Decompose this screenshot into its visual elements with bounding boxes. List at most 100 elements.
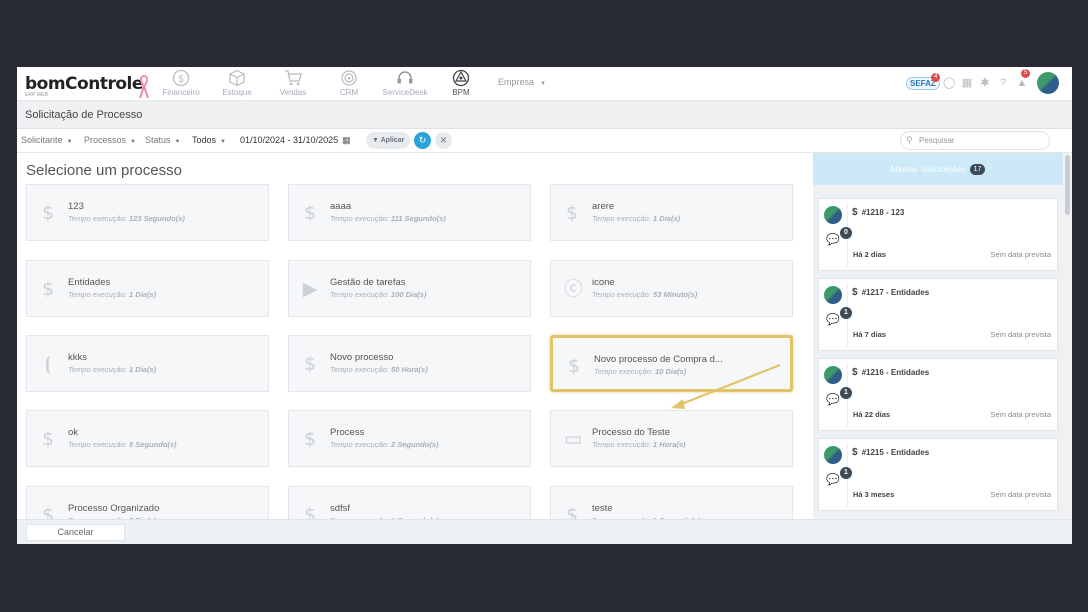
- process-card[interactable]: $ aaaa Tempo execução: 111 Segundo(s): [288, 184, 531, 241]
- time-label: Tempo execução:: [330, 290, 389, 299]
- time-value: 100 Dia(s): [391, 290, 427, 299]
- user-avatar[interactable]: [1037, 72, 1059, 94]
- request-item[interactable]: 💬 0 $ #1218 - 123 Há 2 dias Sem data prevista: [818, 198, 1058, 271]
- time-value: 5 Segundo(s): [129, 440, 177, 449]
- time-label: Tempo execução:: [330, 440, 389, 449]
- nav-servicedesk[interactable]: ServiceDesk: [375, 69, 435, 97]
- bell-icon[interactable]: ▲: [1016, 77, 1028, 89]
- process-name: icone: [592, 277, 615, 288]
- time-value: 50 Hora(s): [391, 365, 428, 374]
- time-value: 1 Dia(s): [129, 290, 157, 299]
- scrollbar[interactable]: [1063, 153, 1072, 519]
- process-name: Novo processo: [330, 352, 394, 363]
- request-item[interactable]: 💬 1 $ #1215 - Entidades Há 3 meses Sem data p…: [818, 438, 1058, 511]
- comment-icon[interactable]: 💬: [826, 393, 840, 406]
- dollar-icon: $: [565, 202, 579, 224]
- filter-solicitante[interactable]: Solicitante ▼: [21, 135, 72, 145]
- comment-count-badge: 1: [840, 387, 852, 399]
- dollar-icon: $: [41, 504, 55, 519]
- app-logo[interactable]: bomControle: [25, 74, 143, 94]
- request-title-row: $ #1218 - 123: [852, 207, 904, 218]
- dollar-icon: $: [41, 202, 55, 224]
- filter-bar: Solicitante ▼ Processos ▼ Status ▼ Todos ▼ 0…: [17, 129, 1072, 153]
- svg-text:$: $: [178, 74, 184, 85]
- avatar: [824, 206, 842, 224]
- page-title: Solicitação de Processo: [25, 109, 143, 121]
- process-card[interactable]: $ Novo processo Tempo execução: 50 Hora(s): [288, 335, 531, 392]
- scrollbar-thumb[interactable]: [1065, 155, 1070, 215]
- comment-icon[interactable]: 💬: [826, 473, 840, 486]
- search-input[interactable]: ⚲ Pesquisar: [900, 131, 1050, 150]
- process-time: Tempo execução: 53 Minuto(s): [592, 290, 697, 299]
- process-card[interactable]: $testeTempo execução: 1 Segundo(s): [550, 486, 793, 519]
- date-range-picker[interactable]: 01/10/2024 - 31/10/2025 ▦: [240, 135, 351, 146]
- process-card[interactable]: ▶ Gestão de tarefas Tempo execução: 100 Di…: [288, 260, 531, 317]
- process-card[interactable]: $ ok Tempo execução: 5 Segundo(s): [26, 410, 269, 467]
- process-card[interactable]: $sdfsfTempo execução: 1 Segundo(s): [288, 486, 531, 519]
- process-card[interactable]: ▭ Processo do Teste Tempo execução: 1 Hora…: [550, 410, 793, 467]
- time-label: Tempo execução:: [592, 440, 651, 449]
- request-age: Há 7 dias: [853, 330, 886, 339]
- nav-crm[interactable]: CRM: [319, 69, 379, 97]
- clear-filter-button[interactable]: ✕: [435, 132, 452, 149]
- dollar-icon: $: [852, 207, 858, 218]
- empresa-dropdown[interactable]: Empresa ▼: [498, 77, 546, 87]
- nav-financeiro[interactable]: $ Financeiro: [151, 69, 211, 97]
- request-age: Há 3 meses: [853, 490, 895, 499]
- close-icon: ✕: [439, 135, 448, 145]
- pink-ribbon-icon: [139, 75, 149, 99]
- whatsapp-icon[interactable]: ◯: [943, 77, 955, 89]
- process-name: Gestão de tarefas: [330, 277, 406, 288]
- request-forecast: Sem data prevista: [990, 490, 1051, 499]
- time-value: 2 Segundo(s): [391, 440, 439, 449]
- process-card[interactable]: ⦗ kkks Tempo execução: 1 Dia(s): [26, 335, 269, 392]
- time-value: 111 Segundo(s): [391, 214, 446, 223]
- time-label: Tempo execução:: [592, 214, 651, 223]
- box-icon: [229, 69, 245, 87]
- dollar-icon: $: [303, 353, 317, 375]
- request-title: #1217 - Entidades: [861, 288, 930, 297]
- filter-status[interactable]: Status ▼: [145, 135, 180, 145]
- process-card[interactable]: $ Process Tempo execução: 2 Segundo(s): [288, 410, 531, 467]
- process-card[interactable]: ⓒ icone Tempo execução: 53 Minuto(s): [550, 260, 793, 317]
- my-requests-header: Minhas Solicitações 17: [813, 153, 1063, 185]
- nav-vendas[interactable]: Vendas: [263, 69, 323, 97]
- comment-icon[interactable]: 💬: [826, 233, 840, 246]
- headset-icon: [397, 71, 413, 84]
- request-title-row: $ #1215 - Entidades: [852, 447, 929, 458]
- request-item[interactable]: 💬 1 $ #1216 - Entidades Há 22 dias Sem data p…: [818, 358, 1058, 431]
- process-card[interactable]: $ arere Tempo execução: 1 Dia(s): [550, 184, 793, 241]
- apply-filter-button[interactable]: ▼ Aplicar: [366, 132, 411, 149]
- caret-down-icon: ▼: [66, 139, 73, 145]
- refresh-icon: ↻: [418, 135, 427, 145]
- process-name: kkks: [68, 352, 87, 363]
- request-item[interactable]: 💬 1 $ #1217 - Entidades Há 7 dias Sem data pr…: [818, 278, 1058, 351]
- nav-label: Financeiro: [162, 88, 200, 97]
- process-time: Tempo execução: 100 Dia(s): [330, 290, 426, 299]
- dollar-icon: $: [41, 428, 55, 450]
- process-selection-area: Selecione um processo $123 Tempo execução…: [17, 153, 813, 519]
- request-title-row: $ #1217 - Entidades: [852, 287, 929, 298]
- dollar-icon: $: [303, 428, 317, 450]
- time-value: 1 Dia(s): [653, 214, 681, 223]
- process-name: aaaa: [330, 201, 352, 212]
- comment-count-badge: 0: [840, 227, 852, 239]
- bracket-icon: ⦗: [44, 353, 52, 375]
- time-label: Tempo execução:: [68, 290, 127, 299]
- cancel-button[interactable]: Cancelar: [26, 524, 125, 541]
- process-card[interactable]: $Processo OrganizadoTempo execução: 5 Di…: [26, 486, 269, 519]
- process-card[interactable]: $123 Tempo execução: 123 Segundo(s): [26, 184, 269, 241]
- request-title-row: $ #1216 - Entidades: [852, 367, 929, 378]
- comment-count-badge: 1: [840, 307, 852, 319]
- help-icon[interactable]: ?: [997, 77, 1009, 89]
- request-title: #1216 - Entidades: [861, 368, 930, 377]
- filter-todos[interactable]: Todos ▼: [192, 135, 226, 145]
- calendar-icon[interactable]: ▦: [961, 77, 973, 89]
- refresh-button[interactable]: ↻: [414, 132, 431, 149]
- nav-bpm[interactable]: BPM: [431, 69, 491, 97]
- filter-processos[interactable]: Processos ▼: [84, 135, 136, 145]
- comment-icon[interactable]: 💬: [826, 313, 840, 326]
- gear-icon[interactable]: ✱: [979, 77, 991, 89]
- process-card[interactable]: $ Entidades Tempo execução: 1 Dia(s): [26, 260, 269, 317]
- nav-estoque[interactable]: Estoque: [207, 69, 267, 97]
